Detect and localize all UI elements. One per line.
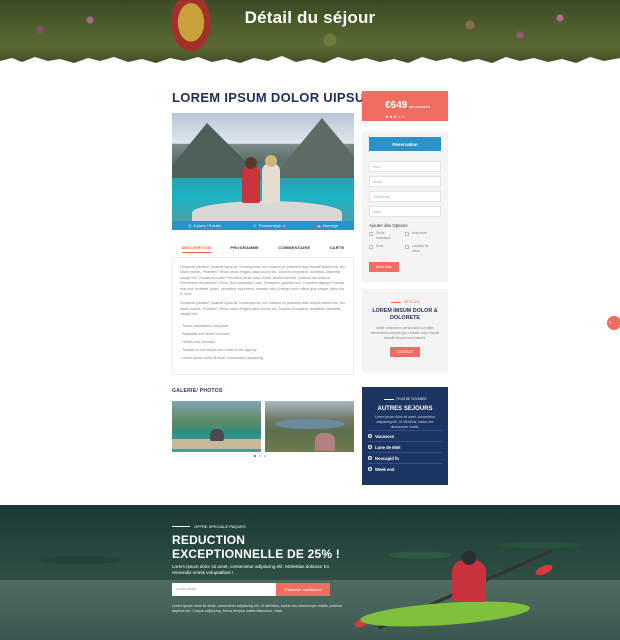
checkbox[interactable] — [369, 232, 373, 236]
description-paragraph: Occaecat pariatur! Quaerat ligula sit, c… — [180, 301, 346, 317]
people-icon: ☺ — [252, 223, 257, 228]
reservation-form: Réservation Nom Email Téléphone Date Ajo… — [362, 131, 448, 282]
tab-carte[interactable]: CARTE — [330, 245, 345, 257]
duration-info: ◷ 6 jours / 5 nuits — [187, 223, 221, 228]
name-field[interactable]: Nom — [369, 161, 441, 172]
trip-link-week-end[interactable]: Week end — [368, 463, 442, 474]
list-item: - Travel cancellation insurance — [180, 323, 229, 328]
option-guide[interactable]: Guide touristique — [369, 231, 405, 241]
checkbox[interactable] — [405, 232, 409, 236]
articles-text: Mollit voluptatem perspiciatis convallis… — [370, 326, 440, 340]
newsletter-email-input[interactable]: Lorem email — [172, 583, 276, 596]
chevron-left-icon[interactable]: ‹ — [607, 316, 620, 330]
email-field[interactable]: Email — [369, 176, 441, 187]
trips-kicker: PLUS DE VOYAGES — [368, 397, 442, 401]
tab-programme[interactable]: PROGRAMME — [230, 245, 259, 257]
checkbox[interactable] — [405, 245, 409, 249]
phone-field[interactable]: Téléphone — [369, 191, 441, 202]
trip-link-noscapid[interactable]: Noscapid fn — [368, 452, 442, 463]
pagination-dot[interactable] — [264, 455, 266, 457]
torn-edge — [0, 56, 620, 66]
kayaker-head — [462, 551, 476, 565]
price: €649 — [385, 100, 408, 111]
rating-stars: ★★★☆☆ — [385, 114, 406, 119]
contact-button[interactable]: CONTACT — [390, 347, 420, 357]
kayaker-image — [452, 560, 486, 602]
trip-link-vacances[interactable]: Vacances — [368, 430, 442, 441]
people-info: ☺ Personne(s): 4 — [252, 223, 285, 228]
other-trips-widget: PLUS DE VOYAGES AUTRES SEJOURS Lorem ips… — [362, 387, 448, 485]
option-assurance[interactable]: Assurance — [405, 231, 441, 241]
subscribe-button[interactable]: S'abonner maintenant — [276, 583, 330, 596]
book-now-button[interactable]: Book Now — [369, 262, 399, 272]
reservation-button[interactable]: Réservation — [369, 137, 441, 151]
offer-small-text: Lorem ipsum dolor sit amet, consectetur … — [172, 604, 343, 613]
list-item: - Transfer to the airport and return to … — [180, 347, 257, 352]
gallery-photo[interactable] — [172, 401, 261, 452]
trip-link-lune-de-miel[interactable]: Lune de Miel — [368, 441, 442, 452]
clock-icon: ◷ — [187, 223, 192, 228]
description-panel: Occaecat pariatur! Quaerat ligula sit, c… — [172, 257, 354, 375]
options-list: Guide touristique Assurance Diner Locati… — [369, 231, 441, 254]
price-unit: par personne — [409, 105, 431, 109]
price-box: €649 par personne ★★★☆☆ — [362, 91, 448, 121]
list-item: - Health care included — [180, 339, 215, 344]
offer-title: REDUCTION EXCEPTIONNELLE DE 25% ! — [172, 533, 340, 561]
list-item: - Breakfast and dinner included — [180, 331, 230, 336]
trips-title: AUTRES SEJOURS — [377, 406, 433, 412]
page-title: Détail du séjour — [244, 8, 376, 27]
description-paragraph: Occaecat pariatur! Quaerat ligula sit, c… — [180, 265, 346, 297]
pagination-dot[interactable] — [254, 455, 256, 457]
gallery-title: GALERIE/ PHOTOS — [172, 388, 223, 394]
circle-icon — [368, 467, 372, 471]
options-title: Ajouter des Options — [369, 223, 408, 228]
articles-title: LOREM IMSUM DOLOR & DOLORETE — [372, 308, 438, 321]
gallery-pagination — [254, 455, 266, 457]
option-diner[interactable]: Diner — [369, 244, 405, 254]
date-field[interactable]: Date — [369, 206, 441, 217]
offer-text: Lorem ipsum dolor sit amet, consectetur … — [172, 564, 330, 575]
offer-kicker: OFFRE SPECIALE PAQUES — [172, 524, 246, 529]
included-list: - Travel cancellation insurance - Breakf… — [180, 322, 346, 362]
tour-photo — [172, 113, 354, 221]
detail-tabs: DESCRIPTION PROGRAMME COMMENTAIRE CARTE — [172, 245, 354, 257]
tour-info-bar: ◷ 6 jours / 5 nuits ☺ Personne(s): 4 ☁ Norv… — [172, 221, 354, 230]
circle-icon — [368, 456, 372, 460]
cloud-icon: ☁ — [316, 223, 321, 228]
pagination-dot[interactable] — [259, 455, 261, 457]
circle-icon — [368, 434, 372, 438]
checkbox[interactable] — [369, 245, 373, 249]
tab-commentaire[interactable]: COMMENTAIRE — [278, 245, 310, 257]
list-item: - Lorem ipsum dolor sit amet, consectetu… — [180, 355, 264, 360]
destination-info: ☁ Norvège — [316, 223, 338, 228]
tour-title: LOREM IPSUM DOLOR UIPSUM — [172, 90, 376, 105]
tab-description[interactable]: DESCRIPTION — [181, 245, 212, 253]
option-velos[interactable]: Location de vélos — [405, 244, 441, 254]
articles-widget: ARTICLES LOREM IMSUM DOLOR & DOLORETE Mo… — [362, 289, 448, 373]
gallery-photo[interactable] — [265, 401, 354, 452]
hero-banner: Détail du séjour — [0, 0, 620, 66]
circle-icon — [368, 445, 372, 449]
articles-kicker: ARTICLES — [368, 300, 442, 304]
trips-text: Lorem ipsum dolor sit amet, consectetur … — [374, 415, 436, 429]
